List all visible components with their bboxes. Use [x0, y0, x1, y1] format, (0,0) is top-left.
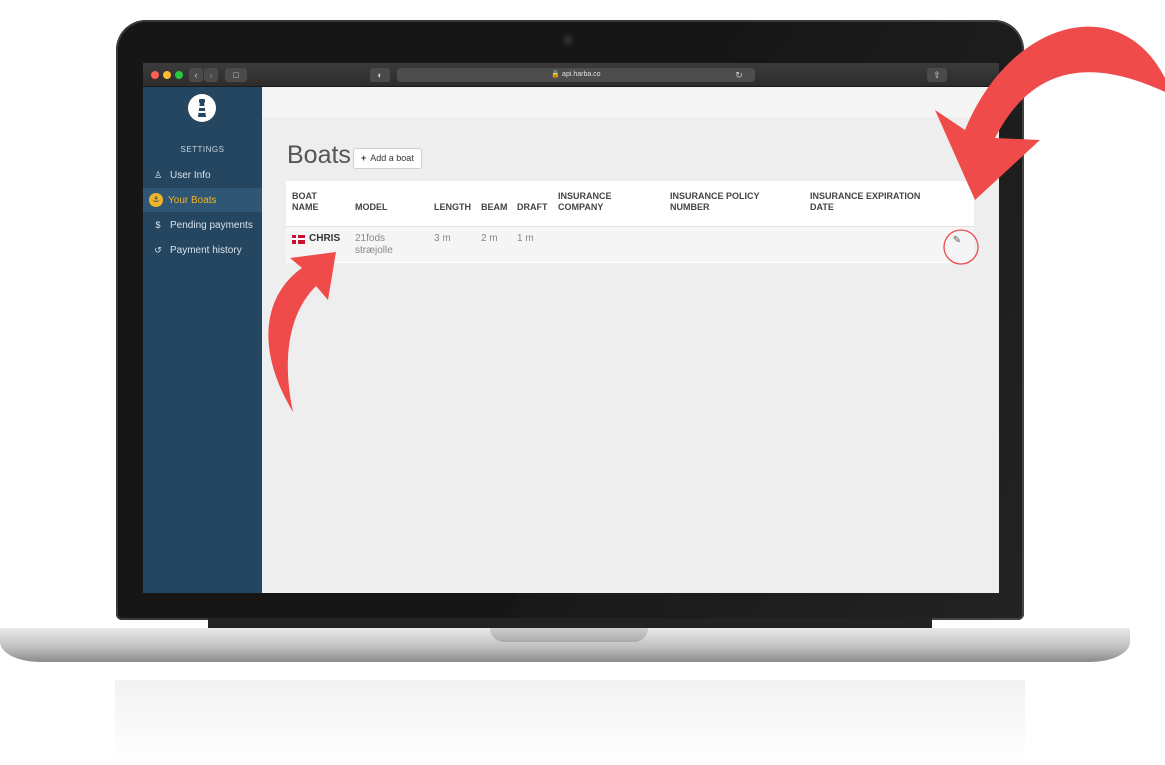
column-header-draft: DRAFT: [517, 202, 548, 212]
column-header-insurance-expiration: INSURANCE EXPIRATION DATE: [810, 191, 921, 212]
column-header-model: MODEL: [355, 202, 388, 212]
forward-button[interactable]: ›: [204, 68, 218, 82]
boat-name-cell[interactable]: CHRIS: [292, 233, 340, 245]
close-window-icon[interactable]: [151, 71, 159, 79]
shield-icon[interactable]: ◐: [370, 68, 390, 82]
column-header-insurance-company: INSURANCE COMPANY: [558, 191, 612, 212]
settings-sidebar: SETTINGS ♙ User Info ⚓ Your Boats $ Pend…: [143, 87, 262, 593]
denmark-flag-icon: [292, 234, 305, 244]
sidebar-toggle-icon[interactable]: □: [225, 68, 247, 82]
table-row[interactable]: CHRIS 21fods stræjolle 3 m 2 m 1 m ✎: [286, 226, 974, 262]
draft-cell: 1 m: [517, 233, 534, 244]
column-header-length: LENGTH: [434, 202, 471, 212]
browser-toolbar: ‹ › □ ◐ 🔒 api.harba.co ↻ ⇧: [143, 63, 999, 87]
back-button[interactable]: ‹: [189, 68, 203, 82]
sidebar-item-label: Pending payments: [170, 219, 253, 231]
url-text: 🔒 api.harba.co: [551, 71, 601, 78]
top-bar: [262, 87, 999, 117]
beam-cell: 2 m: [481, 233, 498, 244]
user-icon: ♙: [153, 169, 163, 180]
laptop-scene: ‹ › □ ◐ 🔒 api.harba.co ↻ ⇧ SETTINGS ♙ Us…: [0, 0, 1165, 765]
page-title: Boats: [287, 141, 351, 169]
reload-icon[interactable]: ↻: [731, 68, 747, 82]
sidebar-item-your-boats[interactable]: ⚓ Your Boats: [143, 188, 262, 212]
dollar-icon: $: [155, 220, 161, 230]
sidebar-title: SETTINGS: [180, 145, 225, 154]
edit-pencil-icon[interactable]: ✎: [950, 234, 964, 248]
sidebar-item-label: Your Boats: [168, 194, 217, 206]
sidebar-item-label: User Info: [170, 169, 211, 181]
add-boat-button[interactable]: + Add a boat: [353, 148, 422, 169]
column-header-beam: BEAM: [481, 202, 508, 212]
zoom-window-icon[interactable]: [175, 71, 183, 79]
sidebar-item-label: Payment history: [170, 244, 242, 256]
column-header-insurance-policy: INSURANCE POLICY NUMBER: [670, 191, 760, 212]
sidebar-item-user-info[interactable]: ♙ User Info: [143, 163, 262, 187]
address-bar[interactable]: 🔒 api.harba.co: [397, 68, 755, 82]
history-icon: ↺: [154, 244, 162, 255]
boats-table: BOAT NAME MODEL LENGTH BEAM DRAFT INSURA…: [286, 181, 974, 263]
lighthouse-logo-icon: [188, 94, 216, 122]
browser-window: ‹ › □ ◐ 🔒 api.harba.co ↻ ⇧ SETTINGS ♙ Us…: [143, 63, 999, 593]
add-boat-label: Add a boat: [370, 153, 414, 163]
sidebar-item-pending-payments[interactable]: $ Pending payments: [143, 213, 262, 237]
camera-icon: [564, 36, 572, 44]
model-cell: 21fods stræjolle: [355, 233, 393, 256]
laptop-reflection: [115, 680, 1025, 765]
plus-icon: +: [361, 153, 367, 163]
sidebar-item-payment-history[interactable]: ↺ Payment history: [143, 238, 262, 262]
length-cell: 3 m: [434, 233, 451, 244]
main-content: Boats + Add a boat BOAT NAME MODEL LENGT…: [262, 87, 999, 593]
minimize-window-icon[interactable]: [163, 71, 171, 79]
column-header-boat-name: BOAT NAME: [292, 191, 319, 212]
laptop-notch: [490, 628, 648, 642]
boat-icon: ⚓: [149, 193, 163, 207]
share-icon[interactable]: ⇧: [927, 68, 947, 82]
